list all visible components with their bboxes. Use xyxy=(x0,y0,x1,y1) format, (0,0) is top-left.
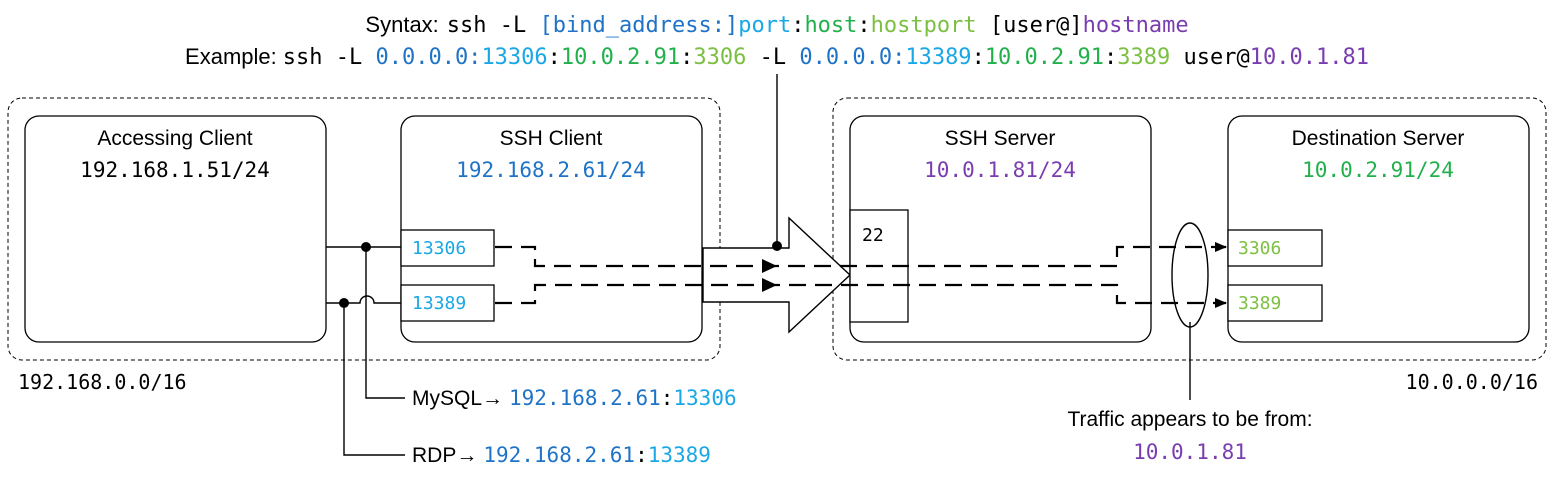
syntax-command: ssh -L xyxy=(447,13,540,38)
accessing-client-ip: 192.168.1.51/24 xyxy=(80,158,270,182)
ssh-client-port-13306: 13306 xyxy=(412,238,466,259)
example-separator: : xyxy=(548,45,561,70)
mysql-separator: : xyxy=(661,386,674,410)
example-label: Example: xyxy=(185,44,277,69)
rdp-connector-line xyxy=(326,295,401,304)
mysql-port: 13306 xyxy=(673,386,736,410)
destination-server-ip: 10.0.2.91/24 xyxy=(1302,158,1454,182)
traffic-source-ip: 10.0.1.81 xyxy=(1133,440,1247,464)
syntax-separator: : xyxy=(791,13,804,38)
ssh-server-title: SSH Server xyxy=(945,127,1056,150)
left-network-label: 192.168.0.0/16 xyxy=(18,370,187,394)
ssh-client-title: SSH Client xyxy=(500,127,603,150)
ssh-client-port-13389: 13389 xyxy=(412,293,466,314)
accessing-client-title: Accessing Client xyxy=(97,127,252,150)
syntax-host: host xyxy=(804,13,857,38)
syntax-line: Syntax: ssh -L [bind_address:]port:host:h… xyxy=(365,12,1188,38)
example-port: 13306 xyxy=(481,45,547,70)
syntax-bind-address: [bind_address:] xyxy=(540,13,739,38)
example-bind-address: 0.0.0.0: xyxy=(375,45,481,70)
syntax-hostname: hostname xyxy=(1083,13,1189,38)
example-separator: : xyxy=(680,45,693,70)
example-host: 10.0.2.91 xyxy=(985,45,1104,70)
example-port: 13389 xyxy=(905,45,971,70)
example-separator: : xyxy=(1104,45,1117,70)
example-hostname: 10.0.1.81 xyxy=(1250,45,1369,70)
mysql-leader-line xyxy=(365,247,405,399)
callout-dot xyxy=(772,241,782,251)
syntax-hostport: hostport xyxy=(871,13,977,38)
mysql-host: 192.168.2.61 xyxy=(509,386,661,410)
example-host: 10.0.2.91 xyxy=(561,45,680,70)
rdp-port: 13389 xyxy=(648,443,711,467)
rdp-separator: : xyxy=(635,443,648,467)
syntax-port: port xyxy=(738,13,791,38)
ssh-client-ip: 192.168.2.61/24 xyxy=(456,158,646,182)
traffic-ellipse xyxy=(1171,222,1209,328)
example-hostport: 3389 xyxy=(1117,45,1170,70)
mysql-arrow: → xyxy=(482,387,503,410)
syntax-user: [user@] xyxy=(977,13,1083,38)
destination-port-3389: 3389 xyxy=(1238,293,1281,314)
ssh-server-ip: 10.0.1.81/24 xyxy=(924,158,1076,182)
example-line: Example: ssh -L 0.0.0.0:13306:10.0.2.91:3… xyxy=(185,44,1369,70)
destination-server-title: Destination Server xyxy=(1292,127,1465,150)
rdp-host: 192.168.2.61 xyxy=(483,443,635,467)
syntax-label: Syntax: xyxy=(365,12,438,37)
rdp-leader-line xyxy=(343,303,405,456)
example-user: user@ xyxy=(1170,45,1249,70)
destination-port-3306: 3306 xyxy=(1238,238,1281,259)
example-command: ssh -L xyxy=(283,45,376,70)
rdp-arrow: → xyxy=(456,444,477,467)
rdp-prefix: RDP xyxy=(412,444,456,467)
mysql-prefix: MySQL xyxy=(412,387,482,410)
rdp-label: RDP→ 192.168.2.61:13389 xyxy=(412,443,711,467)
syntax-separator: : xyxy=(857,13,870,38)
ssh-port-forwarding-diagram: Syntax: ssh -L [bind_address:]port:host:h… xyxy=(7,12,1547,467)
right-network-label: 10.0.0.0/16 xyxy=(1406,370,1538,394)
example-command: -L xyxy=(746,45,799,70)
example-bind-address: 0.0.0.0: xyxy=(799,45,905,70)
ssh-server-port-22: 22 xyxy=(862,225,884,246)
mysql-label: MySQL→ 192.168.2.61:13306 xyxy=(412,386,737,410)
example-separator: : xyxy=(972,45,985,70)
traffic-caption: Traffic appears to be from: xyxy=(1067,408,1312,431)
example-hostport: 3306 xyxy=(693,45,746,70)
